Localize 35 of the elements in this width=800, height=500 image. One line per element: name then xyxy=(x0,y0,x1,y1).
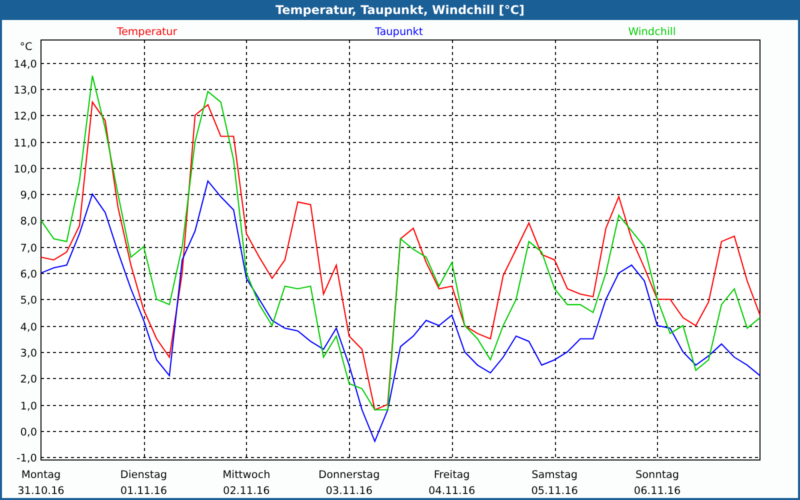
axis-tick-label: 10,0 xyxy=(14,164,37,176)
axis-tick-label: 9,0 xyxy=(20,190,37,202)
axis-tick-label: 7,0 xyxy=(20,242,37,254)
axis-unit-label: °C xyxy=(20,41,32,53)
date-label: 05.11.16 xyxy=(531,485,578,497)
date-label: 01.11.16 xyxy=(120,485,168,497)
date-label: 02.11.16 xyxy=(223,485,270,497)
legend-label: Windchill xyxy=(628,26,676,38)
axis-tick-label: 14,0 xyxy=(14,58,37,70)
window-title: Temperatur, Taupunkt, Windchill [°C] xyxy=(0,0,800,20)
axis-tick-label: 0,0 xyxy=(20,426,37,438)
date-label: 04.11.16 xyxy=(428,485,476,497)
axis-tick-label: 2,0 xyxy=(20,374,37,386)
axis-tick-label: 11,0 xyxy=(14,138,37,150)
weekday-label: Samstag xyxy=(532,469,578,481)
weekday-label: Mittwoch xyxy=(222,469,270,481)
weekday-label: Montag xyxy=(21,469,61,481)
axis-tick-label: -1,0 xyxy=(16,452,37,464)
axis-tick-label: 8,0 xyxy=(20,216,37,228)
weekday-label: Donnerstag xyxy=(318,469,380,481)
axis-tick-label: 5,0 xyxy=(20,294,37,306)
date-label: 03.11.16 xyxy=(326,485,373,497)
weekday-label: Sonntag xyxy=(635,469,680,481)
date-label: 31.10.16 xyxy=(18,485,64,497)
axis-tick-label: 13,0 xyxy=(14,84,37,96)
weekday-label: Dienstag xyxy=(120,469,168,481)
axis-tick-label: 6,0 xyxy=(20,268,37,280)
axis-tick-label: 4,0 xyxy=(20,322,37,334)
axis-tick-label: 1,0 xyxy=(20,400,37,412)
weekday-label: Freitag xyxy=(434,469,470,481)
legend-label: Temperatur xyxy=(116,26,178,38)
legend-label: Taupunkt xyxy=(375,26,423,38)
axis-tick-label: 3,0 xyxy=(20,348,37,360)
axis-tick-label: 12,0 xyxy=(14,110,37,122)
date-label: 06.11.16 xyxy=(634,485,681,497)
